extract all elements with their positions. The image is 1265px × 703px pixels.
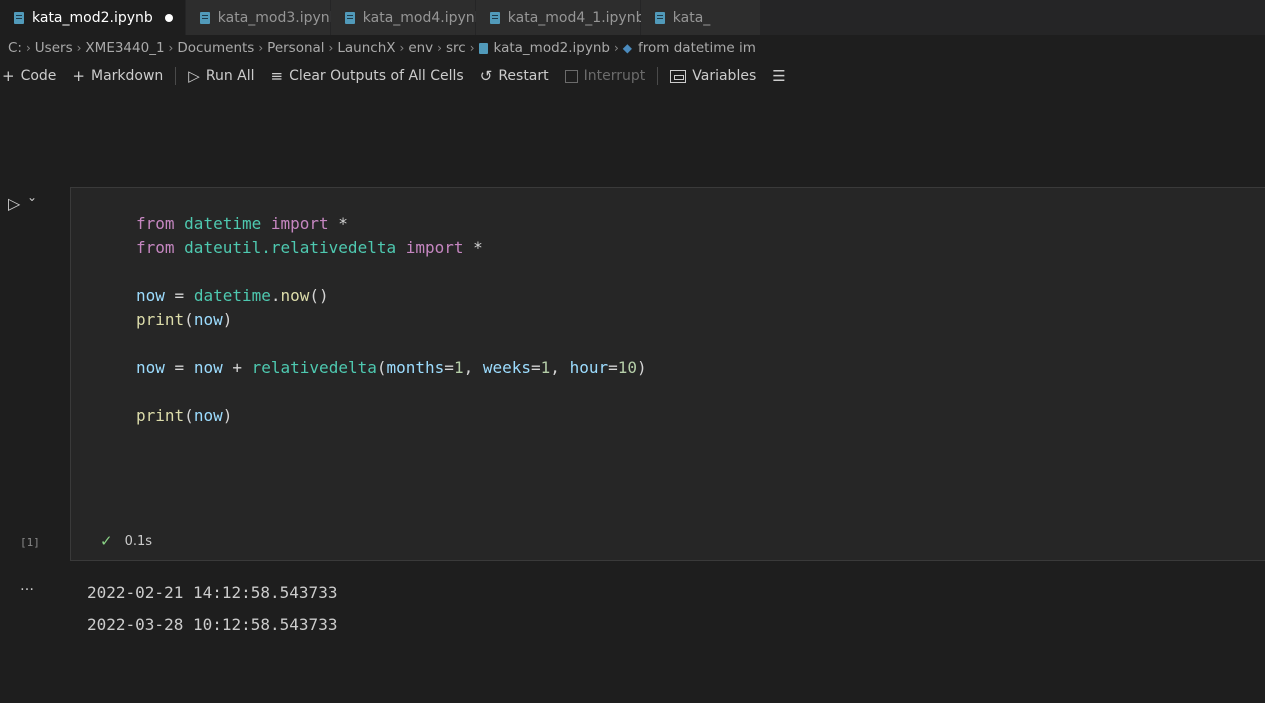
list-icon: ☰ bbox=[772, 67, 786, 85]
plus-icon: + bbox=[72, 67, 85, 85]
output-line: 2022-03-28 10:12:58.543733 bbox=[87, 615, 338, 634]
code-line-9: print(now) bbox=[136, 406, 233, 425]
breadcrumb-item[interactable]: Users bbox=[35, 40, 73, 56]
output-line: 2022-02-21 14:12:58.543733 bbox=[87, 583, 338, 602]
notebook-icon bbox=[14, 11, 24, 24]
tab-kata-mod2[interactable]: kata_mod2.ipynb bbox=[0, 0, 186, 35]
breadcrumb-item[interactable]: XME3440_1 bbox=[85, 40, 164, 56]
breadcrumb-item[interactable]: LaunchX bbox=[337, 40, 395, 56]
run-all-icon: ▷ bbox=[188, 67, 200, 85]
plus-icon: + bbox=[2, 67, 15, 85]
add-markdown-label: Markdown bbox=[91, 68, 164, 84]
notebook-icon bbox=[199, 11, 210, 24]
tab-kata-partial[interactable]: kata_ bbox=[640, 0, 761, 35]
notebook-icon bbox=[489, 11, 500, 24]
restart-button[interactable]: ↺ Restart bbox=[472, 61, 557, 91]
restart-label: Restart bbox=[498, 68, 549, 84]
code-line-7: now = now + relativedelta(months=1, week… bbox=[136, 358, 647, 377]
notebook-toolbar: + Code + Markdown ▷ Run All ≡ Clear Outp… bbox=[0, 61, 1265, 91]
tab-kata-mod3[interactable]: kata_mod3.ipynb bbox=[185, 0, 339, 35]
variables-button[interactable]: Variables bbox=[662, 61, 764, 91]
stop-icon bbox=[564, 69, 578, 83]
variables-label: Variables bbox=[692, 68, 757, 84]
notebook-icon bbox=[344, 11, 355, 24]
tab-label: kata_ bbox=[672, 9, 711, 26]
code-line-1: from datetime import * bbox=[136, 214, 348, 233]
run-all-label: Run All bbox=[205, 68, 255, 84]
chevron-right-icon: › bbox=[399, 41, 405, 55]
cell-output: 2022-02-21 14:12:58.543733 2022-03-28 10:… bbox=[87, 577, 337, 641]
add-code-label: Code bbox=[20, 68, 57, 84]
chevron-down-icon[interactable]: ⌄ bbox=[27, 190, 37, 204]
restart-icon: ↺ bbox=[479, 67, 493, 85]
notebook-icon bbox=[654, 11, 665, 24]
toolbar-divider bbox=[175, 67, 177, 85]
output-menu-icon[interactable]: … bbox=[20, 578, 35, 594]
cell-run-controls: ▷ ⌄ bbox=[0, 190, 70, 240]
add-code-cell-button[interactable]: + Code bbox=[0, 61, 64, 91]
tab-kata-mod4[interactable]: kata_mod4.ipynb bbox=[330, 0, 484, 35]
breadcrumb-item[interactable]: C: bbox=[8, 40, 22, 56]
outline-button[interactable]: ☰ bbox=[764, 61, 799, 91]
code-editor[interactable]: from datetime import * from dateutil.rel… bbox=[136, 212, 647, 428]
code-cell[interactable]: from datetime import * from dateutil.rel… bbox=[70, 187, 1265, 561]
clear-outputs-button[interactable]: ≡ Clear Outputs of All Cells bbox=[263, 61, 472, 91]
toolbar-divider bbox=[657, 67, 659, 85]
editor-tab-bar: kata_mod2.ipynb kata_mod3.ipynb kata_mod… bbox=[0, 0, 1265, 35]
breadcrumb-file[interactable]: kata_mod2.ipynb bbox=[494, 40, 610, 56]
clear-outputs-label: Clear Outputs of All Cells bbox=[289, 68, 464, 84]
breadcrumb-item[interactable]: Personal bbox=[267, 40, 324, 56]
chevron-right-icon: › bbox=[437, 41, 442, 55]
check-icon: ✓ bbox=[100, 532, 113, 550]
chevron-right-icon: › bbox=[76, 41, 82, 55]
execution-count: [1] bbox=[20, 536, 40, 549]
code-line-4: now = datetime.now() bbox=[136, 286, 329, 305]
chevron-right-icon: › bbox=[469, 41, 475, 55]
tab-label: kata_mod3.ipynb bbox=[217, 9, 339, 26]
interrupt-label: Interrupt bbox=[583, 68, 646, 84]
run-all-button[interactable]: ▷ Run All bbox=[180, 61, 262, 91]
breadcrumb-symbol[interactable]: from datetime im bbox=[638, 40, 756, 56]
code-line-5: print(now) bbox=[136, 310, 233, 329]
breadcrumb-item[interactable]: src bbox=[446, 40, 466, 56]
run-cell-icon[interactable]: ▷ bbox=[8, 194, 20, 213]
chevron-right-icon: › bbox=[168, 41, 174, 55]
python-icon: ◆ bbox=[622, 41, 633, 55]
chevron-right-icon: › bbox=[258, 41, 264, 55]
clear-all-icon: ≡ bbox=[270, 67, 284, 85]
tab-label: kata_mod4_1.ipynb bbox=[507, 9, 645, 26]
chevron-right-icon: › bbox=[328, 41, 334, 55]
modified-dot-icon[interactable] bbox=[164, 13, 173, 22]
tab-kata-mod4-1[interactable]: kata_mod4_1.ipynb bbox=[475, 0, 644, 35]
variables-icon bbox=[670, 69, 687, 83]
notebook-icon bbox=[478, 42, 488, 54]
tab-label: kata_mod4.ipynb bbox=[362, 9, 484, 26]
breadcrumb-item[interactable]: env bbox=[408, 40, 433, 56]
breadcrumb: C: › Users › XME3440_1 › Documents › Persona… bbox=[0, 35, 1265, 61]
chevron-right-icon: › bbox=[613, 41, 619, 55]
execution-duration: 0.1s bbox=[124, 533, 153, 549]
cell-status: ✓ 0.1s bbox=[100, 532, 152, 550]
code-line-2: from dateutil.relativedelta import * bbox=[136, 238, 483, 257]
chevron-right-icon: › bbox=[25, 41, 31, 55]
breadcrumb-item[interactable]: Documents bbox=[177, 40, 254, 56]
interrupt-button[interactable]: Interrupt bbox=[557, 61, 654, 91]
tab-label: kata_mod2.ipynb bbox=[32, 9, 153, 26]
add-markdown-cell-button[interactable]: + Markdown bbox=[64, 61, 171, 91]
